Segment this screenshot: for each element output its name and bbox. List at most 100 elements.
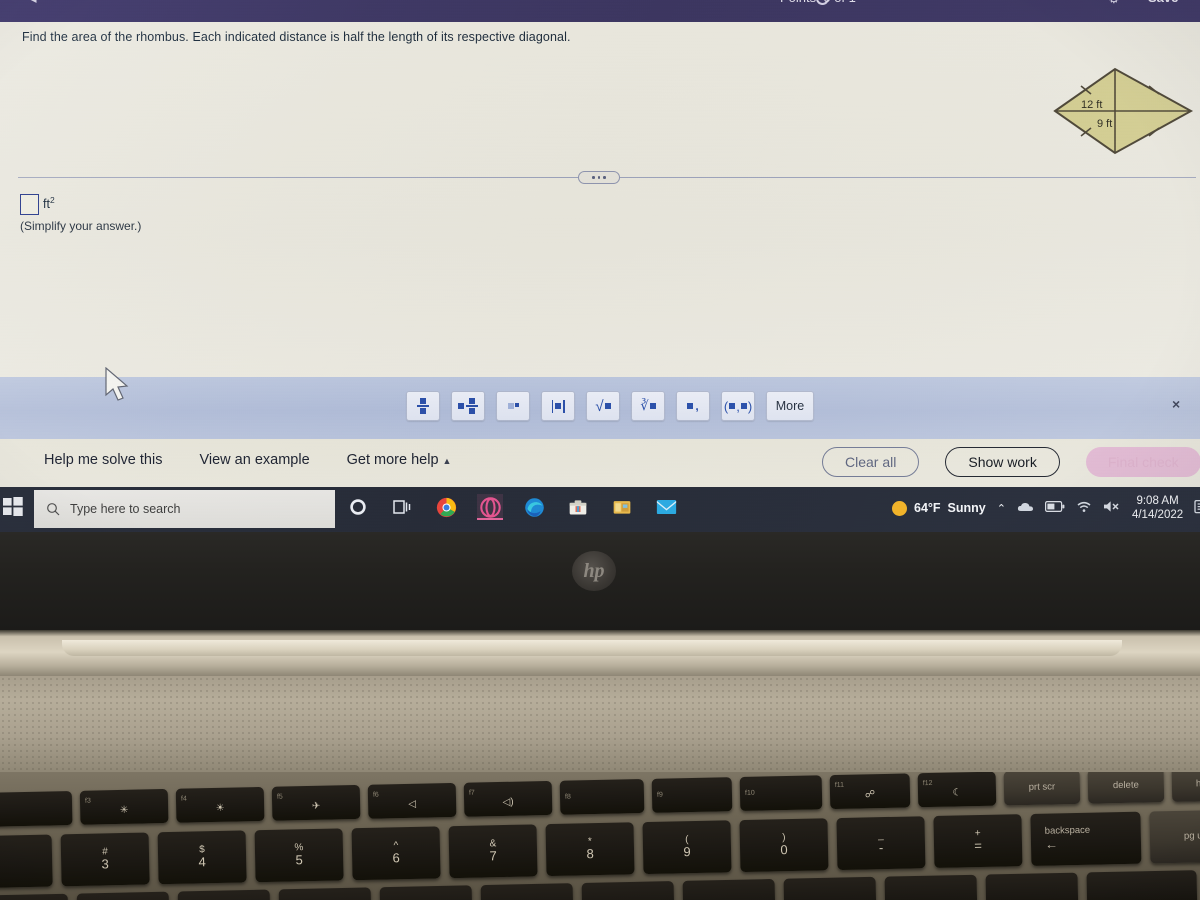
key-o[interactable] (682, 878, 776, 900)
chrome-icon[interactable] (433, 494, 459, 520)
key-0[interactable]: ) 0 (739, 818, 829, 873)
clear-all-button[interactable]: Clear all (822, 447, 920, 477)
notification-center-icon[interactable]: 2 (1194, 499, 1200, 517)
mouse-cursor-icon (104, 366, 134, 410)
key-5[interactable]: % 5 (254, 828, 344, 883)
figure-label-horizontal: 12 ft (1081, 99, 1102, 111)
opera-icon[interactable] (477, 494, 503, 520)
help-me-solve-this-link[interactable]: Help me solve this (44, 452, 162, 468)
sun-icon (892, 500, 907, 516)
key-t[interactable] (278, 887, 372, 900)
key-f7[interactable]: f7 ◁) (463, 780, 553, 817)
nth-root-button[interactable]: ∛ (631, 391, 665, 421)
task-view-icon[interactable] (389, 494, 415, 520)
store-icon[interactable] (565, 494, 591, 520)
search-icon (47, 503, 60, 516)
key-equals[interactable]: + = (933, 814, 1023, 869)
exponent-button[interactable] (496, 391, 530, 421)
answer-unit-exponent: 2 (49, 195, 55, 205)
key-rbracket[interactable] (985, 872, 1079, 900)
comma-list-button[interactable]: , (676, 391, 710, 421)
key-2[interactable] (0, 834, 53, 889)
volume-muted-icon[interactable] (1103, 500, 1121, 516)
key-backspace[interactable]: backspace ← (1030, 811, 1142, 866)
taskbar-clock[interactable]: 9:08 AM 4/14/2022 (1132, 494, 1183, 523)
key-f9[interactable]: f9 (651, 777, 733, 813)
key-lbracket[interactable] (884, 874, 978, 900)
gear-icon[interactable]: ⚙ (1108, 0, 1120, 7)
answer-input[interactable] (20, 194, 39, 215)
key-8[interactable]: * 8 (545, 822, 635, 877)
key-delete[interactable]: delete (1087, 772, 1165, 804)
weather-widget[interactable]: 64°F Sunny (892, 500, 986, 516)
mail-icon[interactable] (653, 494, 679, 520)
key-4[interactable]: $4 (157, 830, 247, 885)
key-f12[interactable]: f12 ☾ (917, 772, 997, 808)
weather-desc: Sunny (947, 501, 986, 516)
key-6[interactable]: ^ 6 (351, 826, 441, 881)
chevron-up-icon: ▲ (442, 456, 452, 466)
app-top-bar: ◂ Points: 0 of 1 ⚙ Save (0, 0, 1200, 22)
laptop-deck (0, 676, 1200, 774)
laptop-photo: ◂ Points: 0 of 1 ⚙ Save Find the area of… (0, 0, 1200, 900)
absolute-value-button[interactable] (541, 391, 575, 421)
key-prt-scr[interactable]: prt scr (1003, 772, 1081, 806)
cortana-icon[interactable] (345, 494, 371, 520)
key-f4[interactable]: f4 ☀ (175, 786, 265, 823)
key-i[interactable] (581, 881, 675, 900)
mixed-number-button[interactable] (451, 391, 485, 421)
key-e[interactable] (76, 891, 170, 900)
back-arrow-icon[interactable]: ◂ (30, 0, 37, 7)
photos-icon[interactable] (609, 494, 635, 520)
taskbar-app-icons (345, 494, 679, 520)
cloud-icon[interactable] (1017, 501, 1034, 516)
key-p[interactable] (783, 876, 877, 900)
key-backslash[interactable] (1086, 870, 1198, 900)
answer-unit-text: ft (43, 197, 50, 212)
points-label: Points: 0 of 1 (780, 0, 856, 5)
key-f11[interactable]: f11 ☍ (829, 773, 911, 810)
hinge-strip (62, 640, 1122, 656)
edge-icon[interactable] (521, 494, 547, 520)
view-an-example-link[interactable]: View an example (199, 452, 309, 468)
key-pgup-2[interactable]: pg up (1149, 809, 1200, 864)
get-more-help-link[interactable]: Get more help ▲ (347, 452, 452, 468)
help-link-label: Get more help (346, 452, 439, 468)
more-button[interactable]: More (766, 391, 814, 421)
key-y[interactable] (379, 885, 473, 900)
key-f2[interactable]: f2 (0, 790, 73, 827)
close-icon[interactable]: × (1172, 396, 1180, 412)
show-work-button[interactable]: Show work (945, 447, 1060, 477)
problem-pane: Find the area of the rhombus. Each indic… (0, 22, 1200, 401)
key-tab[interactable] (0, 893, 69, 900)
key-f10[interactable]: f10 (739, 775, 823, 811)
key-f6[interactable]: f6 ◁ (367, 782, 457, 819)
key-f8[interactable]: f8 (559, 778, 645, 815)
fraction-button[interactable] (406, 391, 440, 421)
help-link-label: View an example (199, 452, 310, 468)
key-f5[interactable]: f5 ✈ (271, 784, 361, 821)
key-3[interactable]: #3 (60, 832, 150, 887)
key-home[interactable]: home (1171, 772, 1200, 802)
wifi-icon[interactable] (1076, 500, 1092, 516)
interval-button[interactable]: (,) (721, 391, 755, 421)
answer-row: ft2 (20, 194, 55, 215)
key-r[interactable] (177, 889, 271, 900)
key-f3[interactable]: f3 ✳ (79, 788, 169, 825)
clock-time: 9:08 AM (1136, 495, 1179, 507)
chevron-up-icon[interactable]: ⌃ (997, 502, 1006, 515)
windows-start-icon[interactable] (2, 495, 28, 521)
square-root-button[interactable]: √ (586, 391, 620, 421)
search-placeholder: Type here to search (70, 502, 181, 516)
battery-icon[interactable] (1044, 501, 1065, 515)
key-u[interactable] (480, 883, 574, 900)
key-7[interactable]: & 7 (448, 824, 538, 879)
clock-date: 4/14/2022 (1131, 509, 1184, 522)
key-9[interactable]: (9 (642, 820, 732, 875)
save-button[interactable]: Save (1148, 0, 1178, 5)
final-check-button[interactable]: Final check (1085, 447, 1200, 477)
divider-more-button[interactable] (578, 171, 620, 184)
answer-unit: ft2 (43, 194, 55, 211)
search-input[interactable]: Type here to search (34, 490, 335, 528)
key-minus[interactable]: _ - (836, 816, 926, 871)
